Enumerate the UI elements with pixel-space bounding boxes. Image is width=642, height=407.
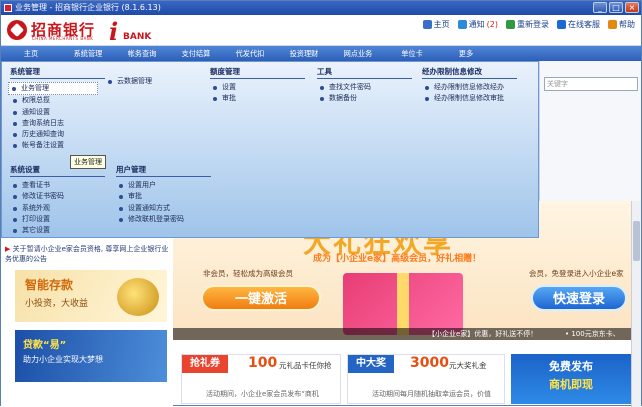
menu-item-limit-approve[interactable]: 经办限制信息修改审批 (422, 93, 517, 104)
help-icon (608, 20, 617, 29)
menu-item-appearance[interactable]: 系统外观 (10, 203, 105, 214)
relogin-link[interactable]: 重新登录 (506, 19, 549, 30)
menu-item-notify-method[interactable]: 设置通知方式 (116, 203, 211, 214)
nav-more[interactable]: 更多 (439, 46, 493, 61)
menu-item-quota-setting[interactable]: 设置 (210, 82, 305, 93)
title-bar: 业务管理 - 招商银行企业银行 (8.1.6.13) _ □ × (1, 1, 641, 15)
notice-count: (2) (486, 20, 498, 29)
scrollbar-thumb[interactable] (633, 221, 640, 261)
menu-item-view-cert[interactable]: 查看证书 (10, 180, 105, 191)
main-nav: 主页 系统管理 帐务查询 支付结算 代发代扣 投资理财 网点业务 单位卡 更多 (1, 46, 641, 61)
loan-ad[interactable]: 贷款“易” 助力小企业实现大梦想 (15, 330, 167, 382)
header: 招商银行 CHINA MERCHANTS BANK i BANK 主页 通知 (… (1, 15, 641, 46)
left-column: ▶ 关于暂请小企业e家会员资格, 尊享网上企业银行业务优惠的公告 智能存款 小投… (1, 238, 173, 407)
publish-ad[interactable]: 免费发布 商机即现 (511, 354, 631, 404)
menu-item-backup[interactable]: 数据备份 (317, 93, 412, 104)
nav-home[interactable]: 主页 (1, 46, 61, 61)
menu-section-system-extra: 云数据管理 (105, 76, 152, 87)
menu-item-account-remark[interactable]: 帐号备注设置 (10, 140, 105, 151)
carousel-caption: 【小企业e家】优惠，好礼送不停！ • 100元京东卡、 (173, 328, 641, 340)
banner-member-text: 会员，免登录进入小企业e家 (529, 269, 624, 278)
menu-item-quota-approval[interactable]: 审批 (210, 93, 305, 104)
search-panel: 关键字 (539, 61, 641, 201)
nav-payment[interactable]: 支付结算 (169, 46, 223, 61)
deposit-ad[interactable]: 智能存款 小投资，大收益 (15, 270, 167, 322)
promo-coupon[interactable]: 抢礼券 100 元礼品卡任你抢 活动期间，小企业e家会员发布“商机 (181, 354, 341, 404)
menu-section-title: 工具 (317, 66, 412, 79)
relogin-icon (506, 20, 515, 29)
menu-section-title: 额度管理 (210, 66, 305, 79)
menu-section-title: 用户管理 (116, 164, 211, 177)
bell-icon (457, 20, 467, 29)
menu-section-handling-limit: 经办限制信息修改 经办限制信息修改经办 经办限制信息修改审批 (422, 66, 517, 105)
nav-account-query[interactable]: 帐务查询 (115, 46, 169, 61)
menu-section-settings: 系统设置 查看证书 修改证书密码 系统外观 打印设置 其它设置 (10, 164, 105, 236)
menu-section-title: 经办限制信息修改 (422, 66, 517, 79)
help-link[interactable]: 帮助 (608, 19, 635, 30)
vertical-scrollbar[interactable] (631, 201, 641, 407)
menu-item-login-password[interactable]: 修改联机登录密码 (116, 214, 211, 225)
menu-item-notice-history[interactable]: 历史通知查询 (10, 129, 105, 140)
nav-branch[interactable]: 网点业务 (331, 46, 385, 61)
tooltip: 业务管理 (70, 155, 106, 169)
app-window: 业务管理 - 招商银行企业银行 (8.1.6.13) _ □ × 招商银行 CH… (0, 0, 642, 407)
gift-box-image (343, 273, 463, 335)
menu-section-title: 系统管理 (10, 66, 105, 79)
close-button[interactable]: × (625, 2, 639, 13)
menu-section-quota: 额度管理 设置 审批 (210, 66, 305, 105)
menu-item-business-mgmt[interactable]: 业务管理 (8, 82, 98, 96)
menu-section-users: 用户管理 设置用户 审批 设置通知方式 修改联机登录密码 (116, 164, 211, 225)
banner-slogan: 成为【小企业e家】高级会员，好礼相赠！ (313, 254, 482, 264)
promo-prize[interactable]: 中大奖 3000 元大奖礼金 活动期间每月随机抽取幸运会员，价值 (347, 354, 505, 404)
menu-section-system: 系统管理 业务管理 权限总揽 通知设置 查询系统日志 历史通知查询 帐号备注设置 (8, 66, 105, 152)
bank-name-en: CHINA MERCHANTS BANK (32, 36, 94, 41)
bullet-icon: ▶ (5, 245, 13, 253)
nav-agency[interactable]: 代发代扣 (223, 46, 277, 61)
window-controls: _ □ × (593, 2, 639, 13)
notice-link[interactable]: ▶ 关于暂请小企业e家会员资格, 尊享网上企业银行业务优惠的公告 (5, 244, 175, 264)
quick-login-button[interactable]: 快速登录 (531, 285, 627, 311)
minimize-button[interactable]: _ (593, 2, 607, 13)
home-link[interactable]: 主页 (422, 19, 450, 30)
nav-investment[interactable]: 投资理财 (277, 46, 331, 61)
nav-system[interactable]: 系统管理 (61, 46, 115, 61)
menu-item-cloud-data[interactable]: 云数据管理 (105, 76, 152, 87)
menu-item-limit-handle[interactable]: 经办限制信息修改经办 (422, 82, 517, 93)
notice-link[interactable]: 通知 (2) (457, 19, 498, 30)
home-icon (422, 20, 432, 29)
system-dropdown-menu: 系统管理 业务管理 权限总揽 通知设置 查询系统日志 历史通知查询 帐号备注设置… (1, 61, 539, 238)
nav-card[interactable]: 单位卡 (385, 46, 439, 61)
banner-nonmember-text: 非会员，轻松成为高级会员 (203, 269, 293, 278)
coins-icon (117, 278, 159, 316)
activate-button[interactable]: 一键激活 (201, 285, 321, 311)
service-link[interactable]: 在线客服 (557, 19, 600, 30)
maximize-button[interactable]: □ (609, 2, 623, 13)
ibank-logo: i BANK (109, 17, 152, 46)
menu-item-user-approval[interactable]: 审批 (116, 191, 211, 202)
menu-item-permission[interactable]: 权限总揽 (10, 95, 105, 106)
menu-item-other-settings[interactable]: 其它设置 (10, 225, 105, 236)
menu-item-system-log[interactable]: 查询系统日志 (10, 118, 105, 129)
bank-logo-icon (7, 20, 27, 40)
menu-section-tools: 工具 查找文件密码 数据备份 (317, 66, 412, 105)
service-icon (557, 20, 566, 29)
window-title: 业务管理 - 招商银行企业银行 (8.1.6.13) (15, 3, 161, 12)
app-icon (4, 4, 12, 12)
top-links: 主页 通知 (2) 重新登录 在线客服 帮助 (422, 19, 635, 30)
search-input[interactable]: 关键字 (544, 77, 638, 91)
menu-item-cert-password[interactable]: 修改证书密码 (10, 191, 105, 202)
menu-item-notice-settings[interactable]: 通知设置 (10, 107, 105, 118)
menu-item-set-user[interactable]: 设置用户 (116, 180, 211, 191)
menu-item-print-settings[interactable]: 打印设置 (10, 214, 105, 225)
menu-item-find-password[interactable]: 查找文件密码 (317, 82, 412, 93)
